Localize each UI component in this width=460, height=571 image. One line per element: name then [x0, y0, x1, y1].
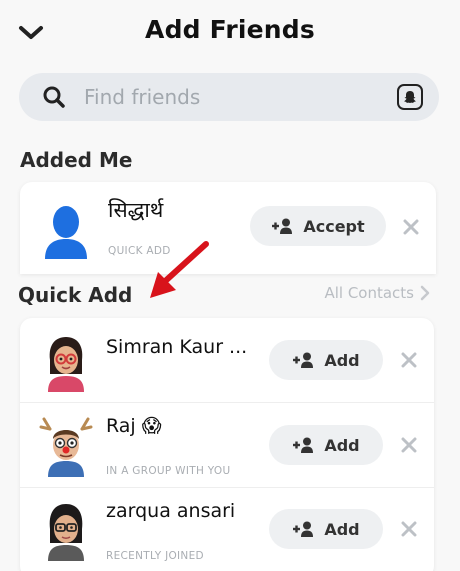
close-icon	[401, 437, 417, 453]
add-label: Add	[324, 435, 360, 455]
add-label: Add	[324, 350, 360, 370]
friend-subtitle: RECENTLY JOINED	[106, 550, 204, 562]
list-item: Simran Kaur ... Add	[20, 318, 434, 402]
avatar	[38, 500, 94, 562]
add-friend-icon	[293, 437, 314, 453]
add-button[interactable]: Add	[269, 425, 383, 465]
chevron-right-icon	[420, 285, 430, 301]
search-icon	[41, 84, 67, 110]
search-bar[interactable]	[19, 73, 439, 121]
friend-name: Simran Kaur ...	[106, 336, 248, 358]
add-friend-icon	[293, 352, 314, 368]
list-item: सिद्धार्थ QUICK ADD Accept	[20, 182, 436, 274]
friend-subtitle: IN A GROUP WITH YOU	[106, 465, 231, 477]
avatar	[38, 200, 94, 262]
avatar	[38, 332, 94, 394]
friend-name: सिद्धार्थ	[108, 198, 164, 222]
add-button[interactable]: Add	[269, 340, 383, 380]
accept-button[interactable]: Accept	[250, 206, 386, 246]
list-item: Raj 😱 IN A GROUP WITH YOU Add	[20, 403, 434, 487]
list-item: zarqua ansari RECENTLY JOINED Add	[20, 488, 434, 571]
quick-add-card: Simran Kaur ... Add Raj 😱 IN A GROUP WIT…	[20, 318, 434, 571]
dismiss-button[interactable]	[398, 434, 420, 456]
dismiss-button[interactable]	[398, 349, 420, 371]
friend-subtitle: QUICK ADD	[108, 245, 171, 257]
section-title-added-me: Added Me	[20, 148, 133, 172]
section-title-quick-add: Quick Add	[18, 283, 133, 307]
avatar	[38, 415, 94, 477]
add-friend-icon	[293, 521, 314, 537]
close-icon	[401, 352, 417, 368]
dismiss-button[interactable]	[398, 518, 420, 540]
search-input[interactable]	[84, 85, 374, 109]
add-friend-icon	[272, 218, 293, 234]
close-icon	[401, 521, 417, 537]
friend-name: Raj 😱	[106, 415, 162, 437]
friend-name: zarqua ansari	[106, 500, 236, 522]
add-label: Add	[324, 519, 360, 539]
all-contacts-label: All Contacts	[324, 284, 414, 302]
dismiss-button[interactable]	[400, 216, 422, 238]
header: Add Friends	[0, 0, 460, 66]
add-button[interactable]: Add	[269, 509, 383, 549]
added-me-card: सिद्धार्थ QUICK ADD Accept	[20, 182, 436, 274]
accept-label: Accept	[303, 216, 365, 236]
snapcode-icon[interactable]	[397, 84, 423, 110]
page-title: Add Friends	[145, 15, 315, 44]
close-icon	[403, 219, 419, 235]
all-contacts-link[interactable]: All Contacts	[324, 284, 430, 302]
